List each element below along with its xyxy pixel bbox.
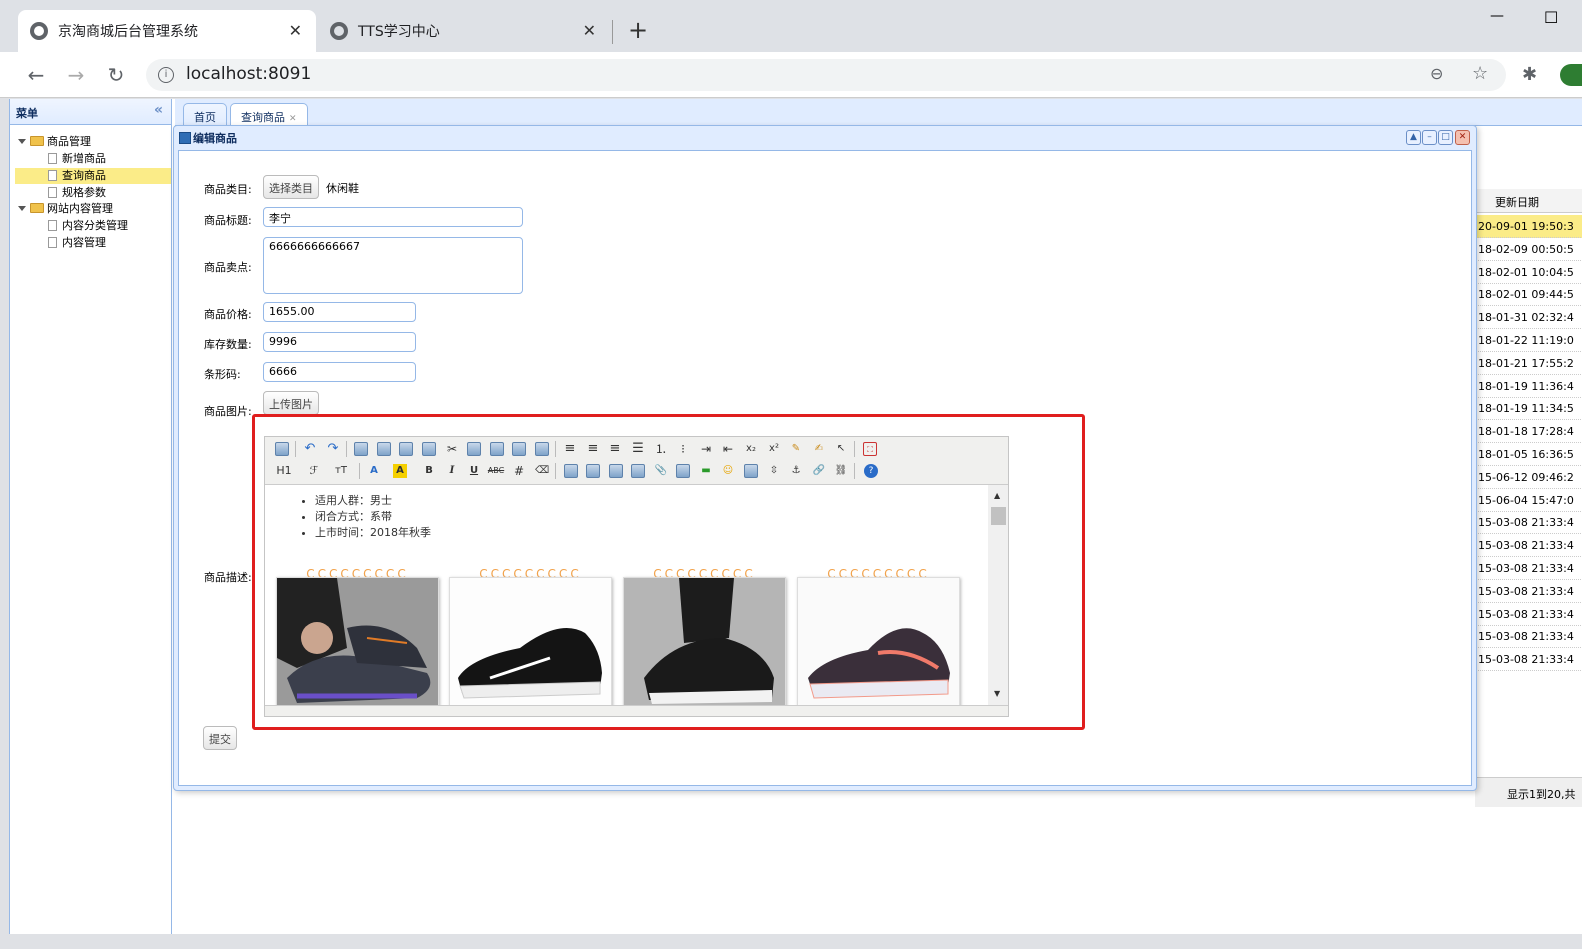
grid-row-update-date[interactable]: 15-03-08 21:33:4 <box>1475 625 1582 649</box>
grid-row-update-date[interactable]: 15-03-08 21:33:4 <box>1475 580 1582 603</box>
folder-icon <box>30 136 44 146</box>
browser-toolbar: ← → ↻ i localhost:8091 ⊖ ☆ ✱ <box>0 52 1582 98</box>
forward-button[interactable]: → <box>63 62 89 88</box>
reload-button[interactable]: ↻ <box>103 62 129 88</box>
expand-icon[interactable] <box>18 139 26 144</box>
info-icon[interactable]: i <box>158 67 174 83</box>
file-icon <box>48 220 57 231</box>
address-bar[interactable]: i localhost:8091 ⊖ ☆ <box>146 59 1506 91</box>
sellpoint-label: 商品卖点: <box>204 261 252 274</box>
stock-label: 库存数量: <box>204 338 252 351</box>
maximize-button[interactable]: ☐ <box>1544 8 1558 27</box>
grid-row-update-date[interactable]: 18-01-05 16:36:5 <box>1475 443 1582 466</box>
tree-folder-product[interactable]: 商品管理 <box>18 134 91 150</box>
zoom-icon[interactable]: ⊖ <box>1430 64 1443 83</box>
minimize-button[interactable]: — <box>1490 8 1504 24</box>
grid-row-update-date[interactable]: 18-02-01 09:44:5 <box>1475 283 1582 307</box>
barcode-label: 条形码: <box>204 368 241 381</box>
close-tab-icon[interactable]: ✕ <box>289 21 302 40</box>
title-label: 商品标题: <box>204 214 252 227</box>
content-tabs: 首页 查询商品 ✕ <box>175 99 1582 126</box>
sidebar-title: 菜单 <box>16 107 38 120</box>
grid-pager-info: 显示1到20,共 <box>1475 777 1582 807</box>
file-icon <box>48 237 57 248</box>
grid-row-update-date[interactable]: 18-01-21 17:55:2 <box>1475 352 1582 375</box>
file-icon <box>48 187 57 198</box>
annotation-highlight-box <box>252 414 1085 730</box>
price-label: 商品价格: <box>204 308 252 321</box>
tab-title: TTS学习中心 <box>358 24 440 40</box>
minimize-window-button[interactable]: – <box>1422 130 1437 145</box>
globe-icon <box>330 22 348 40</box>
maximize-window-button[interactable]: □ <box>1438 130 1453 145</box>
grid-row-update-date[interactable]: 15-06-12 09:46:2 <box>1475 466 1582 489</box>
close-icon[interactable]: ✕ <box>289 114 297 124</box>
grid-row-update-date[interactable]: 18-01-19 11:34:5 <box>1475 397 1582 421</box>
collapse-icon[interactable]: « <box>154 102 163 118</box>
collapse-window-button[interactable]: ▲ <box>1406 130 1421 145</box>
grid-row-update-date[interactable]: 18-01-18 17:28:4 <box>1475 420 1582 444</box>
browser-tab-active[interactable]: 京淘商城后台管理系统 ✕ <box>18 10 316 52</box>
tree-item-add-product[interactable]: 新增商品 <box>48 151 106 167</box>
description-label: 商品描述: <box>204 571 252 584</box>
grid-row-update-date[interactable]: 18-01-22 11:19:0 <box>1475 329 1582 352</box>
barcode-input[interactable]: 6666 <box>263 362 416 382</box>
category-label: 商品类目: <box>204 183 252 196</box>
sellpoint-textarea[interactable]: 6666666666667 <box>263 237 523 294</box>
stock-input[interactable]: 9996 <box>263 332 416 352</box>
submit-button[interactable]: 提交 <box>203 726 237 750</box>
tab-divider <box>612 20 613 44</box>
tab-title: 京淘商城后台管理系统 <box>58 24 198 40</box>
url-text: localhost:8091 <box>186 64 312 84</box>
window-title: 编辑商品 <box>179 130 237 146</box>
avatar[interactable] <box>1560 64 1582 86</box>
browser-tab[interactable]: TTS学习中心 ✕ <box>318 10 610 52</box>
expand-icon[interactable] <box>18 206 26 211</box>
grid-row-update-date[interactable]: 15-06-04 15:47:0 <box>1475 489 1582 512</box>
title-input[interactable]: 李宁 <box>263 207 523 227</box>
sidebar: 菜单 « 商品管理 新增商品 查询商品 规格参数 网站内容管理 内容分类管理 内… <box>10 99 172 934</box>
browser-chrome: 京淘商城后台管理系统 ✕ TTS学习中心 ✕ + — ☐ ← → ↻ i loc… <box>0 0 1582 98</box>
tab-query-product[interactable]: 查询商品 ✕ <box>230 103 308 126</box>
globe-icon <box>30 22 48 40</box>
tree-folder-content[interactable]: 网站内容管理 <box>18 201 113 217</box>
product-grid: 更新日期 20-09-01 19:50:3 18-02-09 00:50:5 18-… <box>1475 189 1582 809</box>
tree-item-content-category[interactable]: 内容分类管理 <box>48 218 128 234</box>
grid-row-update-date[interactable]: 15-03-08 21:33:4 <box>1475 511 1582 535</box>
tree-item-spec-params[interactable]: 规格参数 <box>48 185 106 201</box>
grid-row-update-date[interactable]: 15-03-08 21:33:4 <box>1475 557 1582 580</box>
new-tab-button[interactable]: + <box>628 16 648 44</box>
extensions-icon[interactable]: ✱ <box>1522 64 1537 85</box>
folder-icon <box>30 203 44 213</box>
category-value: 休闲鞋 <box>326 182 359 195</box>
tree-item-query-product[interactable]: 查询商品 <box>15 168 171 184</box>
back-button[interactable]: ← <box>23 62 49 88</box>
file-icon <box>48 153 57 164</box>
grid-header-update-date: 更新日期 <box>1475 189 1582 213</box>
grid-row-update-date[interactable]: 15-03-08 21:33:4 <box>1475 603 1582 626</box>
sidebar-header: 菜单 « <box>10 99 171 125</box>
grid-row-update-date[interactable]: 18-01-19 11:36:4 <box>1475 375 1582 398</box>
grid-row-update-date[interactable]: 20-09-01 19:50:3 <box>1475 215 1582 238</box>
close-tab-icon[interactable]: ✕ <box>583 21 596 40</box>
tab-home[interactable]: 首页 <box>183 103 227 126</box>
file-icon <box>48 170 57 181</box>
grid-row-update-date[interactable]: 15-03-08 21:33:4 <box>1475 534 1582 558</box>
upload-image-button[interactable]: 上传图片 <box>263 391 319 415</box>
price-input[interactable]: 1655.00 <box>263 302 416 322</box>
star-icon[interactable]: ☆ <box>1472 63 1488 84</box>
tree-item-content-manage[interactable]: 内容管理 <box>48 235 106 251</box>
grid-row-update-date[interactable]: 15-03-08 21:33:4 <box>1475 648 1582 672</box>
select-category-button[interactable]: 选择类目 <box>263 175 319 199</box>
image-label: 商品图片: <box>204 405 252 418</box>
grid-row-update-date[interactable]: 18-02-01 10:04:5 <box>1475 261 1582 284</box>
close-window-button[interactable]: ✕ <box>1455 130 1470 145</box>
grid-row-update-date[interactable]: 18-02-09 00:50:5 <box>1475 238 1582 261</box>
save-icon <box>179 132 191 144</box>
grid-row-update-date[interactable]: 18-01-31 02:32:4 <box>1475 306 1582 330</box>
